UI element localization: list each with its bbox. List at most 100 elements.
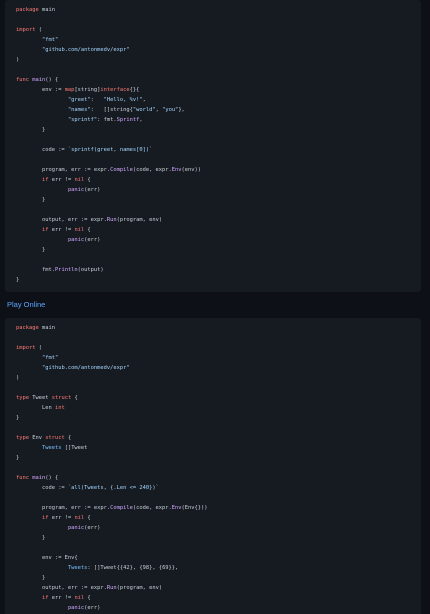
code-line: } <box>16 534 45 543</box>
code-token: (err) <box>84 605 101 611</box>
code-line: code := `all(Tweets, {.Len <= 240})` <box>16 484 159 493</box>
code-line: } <box>16 574 45 583</box>
code-token: {}{ <box>129 87 140 93</box>
code-token: err != <box>51 595 75 601</box>
code-token: "github.com/antonmedv/expr" <box>41 47 130 53</box>
code-token: err != <box>51 177 75 183</box>
code-token: } <box>16 535 46 541</box>
code-token: output, err := expr. <box>16 585 107 591</box>
code-line: panic(err) <box>16 186 100 195</box>
code-token: map <box>64 87 75 93</box>
code-token: Env <box>171 167 182 173</box>
code-line: panic(err) <box>16 604 100 613</box>
code-token: panic <box>67 187 85 193</box>
code-line: type Env struct { <box>16 434 71 443</box>
code-token: "Hello, %v!" <box>103 97 143 103</box>
code-line: } <box>16 276 19 285</box>
code-token: } <box>16 575 46 581</box>
code-token: { <box>84 227 91 233</box>
code-token: Println <box>54 267 78 273</box>
code-line: "names": []string{"world", "you"}, <box>16 106 185 115</box>
code-token: program, err := expr. <box>16 505 111 511</box>
code-token: (err) <box>84 525 101 531</box>
code-token: panic <box>67 237 85 243</box>
code-line: if err != nil { <box>16 226 91 235</box>
code-token: []Tweet <box>61 445 88 451</box>
code-token: `sprintf(greet, names[0])` <box>67 147 153 153</box>
code-token: nil <box>74 595 85 601</box>
code-token: Tweets <box>41 445 62 451</box>
code-token: if <box>41 177 52 183</box>
code-line: "github.com/antonmedv/expr" <box>16 364 130 373</box>
code-token: package <box>16 7 42 13</box>
code-token: `all(Tweets, {.Len <= 240})` <box>67 485 159 491</box>
code-token: } <box>16 197 46 203</box>
code-line: Len int <box>16 404 65 413</box>
code-line: fmt.Println(output) <box>16 266 104 275</box>
code-token: interface <box>100 87 130 93</box>
code-line: "github.com/antonmedv/expr" <box>16 46 130 55</box>
code-token: nil <box>74 177 85 183</box>
code-line: program, err := expr.Compile(code, expr.… <box>16 504 208 513</box>
code-line: } <box>16 246 45 255</box>
code-token: "github.com/antonmedv/expr" <box>41 365 130 371</box>
code-token: Sprintf <box>116 117 140 123</box>
code-token: } <box>16 277 20 283</box>
code-line: ) <box>16 56 19 65</box>
code-token: struct <box>45 435 65 441</box>
code-token: err != <box>51 227 75 233</box>
code-token: nil <box>74 227 85 233</box>
code-line: "fmt" <box>16 354 58 363</box>
code-line: ) <box>16 374 19 383</box>
code-token: code := <box>16 147 68 153</box>
code-token: [string] <box>74 87 101 93</box>
code-token: (program, env) <box>116 585 163 591</box>
code-block-example-1[interactable]: package main import ( "fmt" "github.com/a… <box>5 0 421 292</box>
code-token: panic <box>67 525 85 531</box>
code-token: ( <box>38 27 42 33</box>
code-token: type <box>16 435 33 441</box>
code-token: "greet" <box>67 97 91 103</box>
code-line: func main() { <box>16 76 58 85</box>
code-token: output, err := expr. <box>16 217 107 223</box>
code-token: : []string{ <box>90 107 133 113</box>
code-line: panic(err) <box>16 236 100 245</box>
code-token: { <box>84 177 91 183</box>
code-token: { <box>71 395 78 401</box>
code-token: } <box>16 415 20 421</box>
code-token: "sprintf" <box>67 117 98 123</box>
code-block-example-2[interactable]: package main import ( "fmt" "github.com/a… <box>5 318 421 614</box>
code-line: output, err := expr.Run(program, env) <box>16 216 162 225</box>
code-line: package main <box>16 324 55 333</box>
code-token: main <box>41 7 55 13</box>
code-line: } <box>16 414 19 423</box>
code-line: panic(err) <box>16 524 100 533</box>
code-token: if <box>41 515 52 521</box>
code-token: (Env{})) <box>181 505 208 511</box>
code-token: nil <box>74 515 85 521</box>
code-token: (output) <box>77 267 104 273</box>
play-online-link[interactable]: Play Online <box>7 299 45 311</box>
code-token: : <box>90 97 104 103</box>
code-token: env := <box>16 87 65 93</box>
code-token: Tweet <box>32 395 52 401</box>
code-token: "fmt" <box>41 37 59 43</box>
code-line: if err != nil { <box>16 594 91 603</box>
code-token: program, err := expr. <box>16 167 111 173</box>
code-line: code := `sprintf(greet, names[0])` <box>16 146 152 155</box>
code-token: "world" <box>132 107 156 113</box>
code-token: (code, expr. <box>132 167 172 173</box>
code-token: import <box>16 345 39 351</box>
code-token: main <box>41 325 55 331</box>
code-line: program, err := expr.Compile(code, expr.… <box>16 166 201 175</box>
code-line: Tweets []Tweet <box>16 444 87 453</box>
